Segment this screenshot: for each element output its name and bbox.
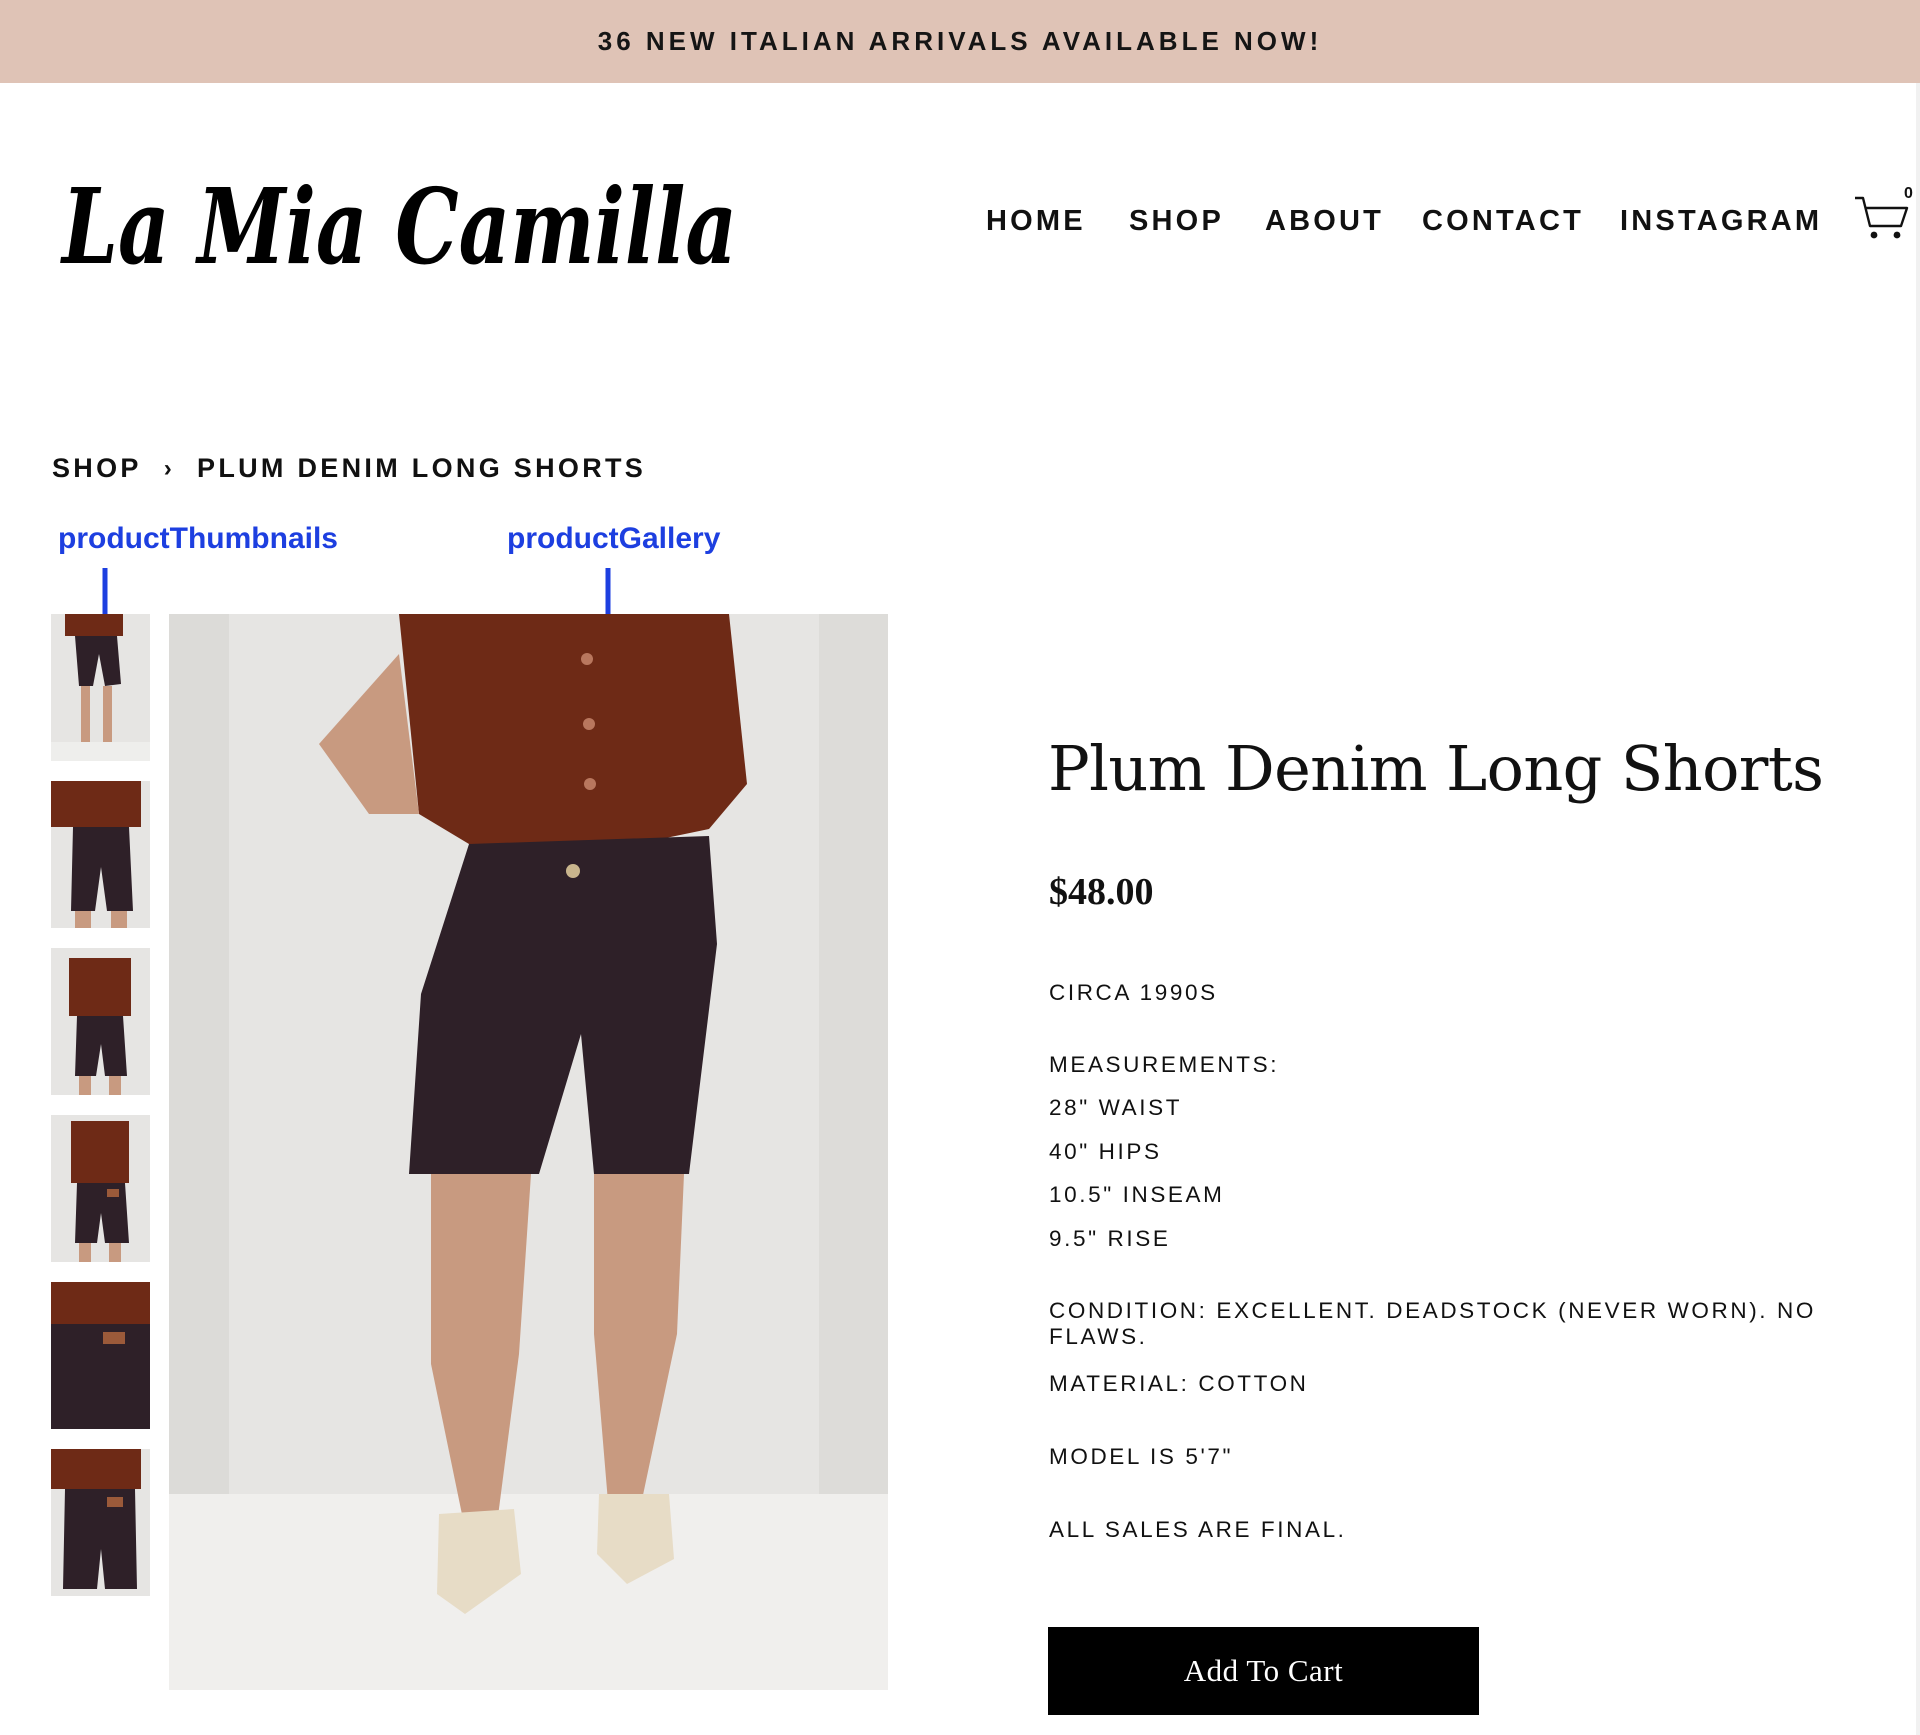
thumbnail-image <box>51 781 150 928</box>
annotation-gallery-label: productGallery <box>507 522 721 555</box>
breadcrumb-separator: › <box>163 454 176 482</box>
product-title: Plum Denim Long Shorts <box>1048 732 1824 805</box>
nav-instagram[interactable]: INSTAGRAM <box>1620 205 1822 238</box>
product-gallery-image[interactable] <box>169 614 888 1690</box>
nav-contact[interactable]: CONTACT <box>1422 205 1584 238</box>
thumbnail-image <box>51 1115 150 1262</box>
add-to-cart-button[interactable]: Add To Cart <box>1048 1627 1479 1715</box>
product-thumbnail-2[interactable] <box>51 781 150 928</box>
model-height: MODEL IS 5'7" <box>1049 1444 1234 1469</box>
product-photo <box>169 614 888 1690</box>
measurement-hips: 40" HIPS <box>1049 1139 1162 1164</box>
measurement-waist: 28" WAIST <box>1049 1095 1183 1120</box>
product-thumbnail-4[interactable] <box>51 1115 150 1262</box>
brand-logo[interactable]: La Mia Camilla <box>58 145 748 295</box>
page-edge-divider <box>1916 83 1920 1735</box>
product-thumbnail-6[interactable] <box>51 1449 150 1596</box>
breadcrumb: SHOP › PLUM DENIM LONG SHORTS <box>52 453 646 484</box>
measurements-heading: MEASUREMENTS: <box>1049 1052 1280 1077</box>
product-price: $48.00 <box>1049 871 1154 913</box>
nav-shop[interactable]: SHOP <box>1129 205 1224 238</box>
logo-text: La Mia Camilla <box>60 165 737 288</box>
product-thumbnail-3[interactable] <box>51 948 150 1095</box>
announcement-bar: 36 NEW ITALIAN ARRIVALS AVAILABLE NOW! <box>0 0 1920 83</box>
logo-wordmark: La Mia Camilla <box>60 165 737 288</box>
thumbnail-image <box>51 948 150 1095</box>
breadcrumb-shop[interactable]: SHOP <box>52 453 142 484</box>
nav-home[interactable]: HOME <box>986 205 1086 238</box>
product-material: MATERIAL: COTTON <box>1049 1371 1309 1396</box>
sales-policy: ALL SALES ARE FINAL. <box>1049 1517 1347 1542</box>
thumbnail-image <box>51 614 150 761</box>
product-thumbnail-5[interactable] <box>51 1282 150 1429</box>
measurement-rise: 9.5" RISE <box>1049 1226 1171 1251</box>
annotation-thumbnails-label: productThumbnails <box>58 522 338 555</box>
cart-count: 0 <box>1904 185 1913 202</box>
product-era: CIRCA 1990S <box>1049 980 1218 1005</box>
product-thumbnail-1[interactable] <box>51 614 150 761</box>
announcement-text: 36 NEW ITALIAN ARRIVALS AVAILABLE NOW! <box>597 26 1323 56</box>
nav-about[interactable]: ABOUT <box>1265 205 1384 238</box>
product-condition: CONDITION: EXCELLENT. DEADSTOCK (NEVER W… <box>1049 1298 1816 1349</box>
measurement-inseam: 10.5" INSEAM <box>1049 1182 1225 1207</box>
breadcrumb-current: PLUM DENIM LONG SHORTS <box>197 453 647 483</box>
thumbnail-image <box>51 1449 150 1596</box>
thumbnail-image <box>51 1282 150 1429</box>
